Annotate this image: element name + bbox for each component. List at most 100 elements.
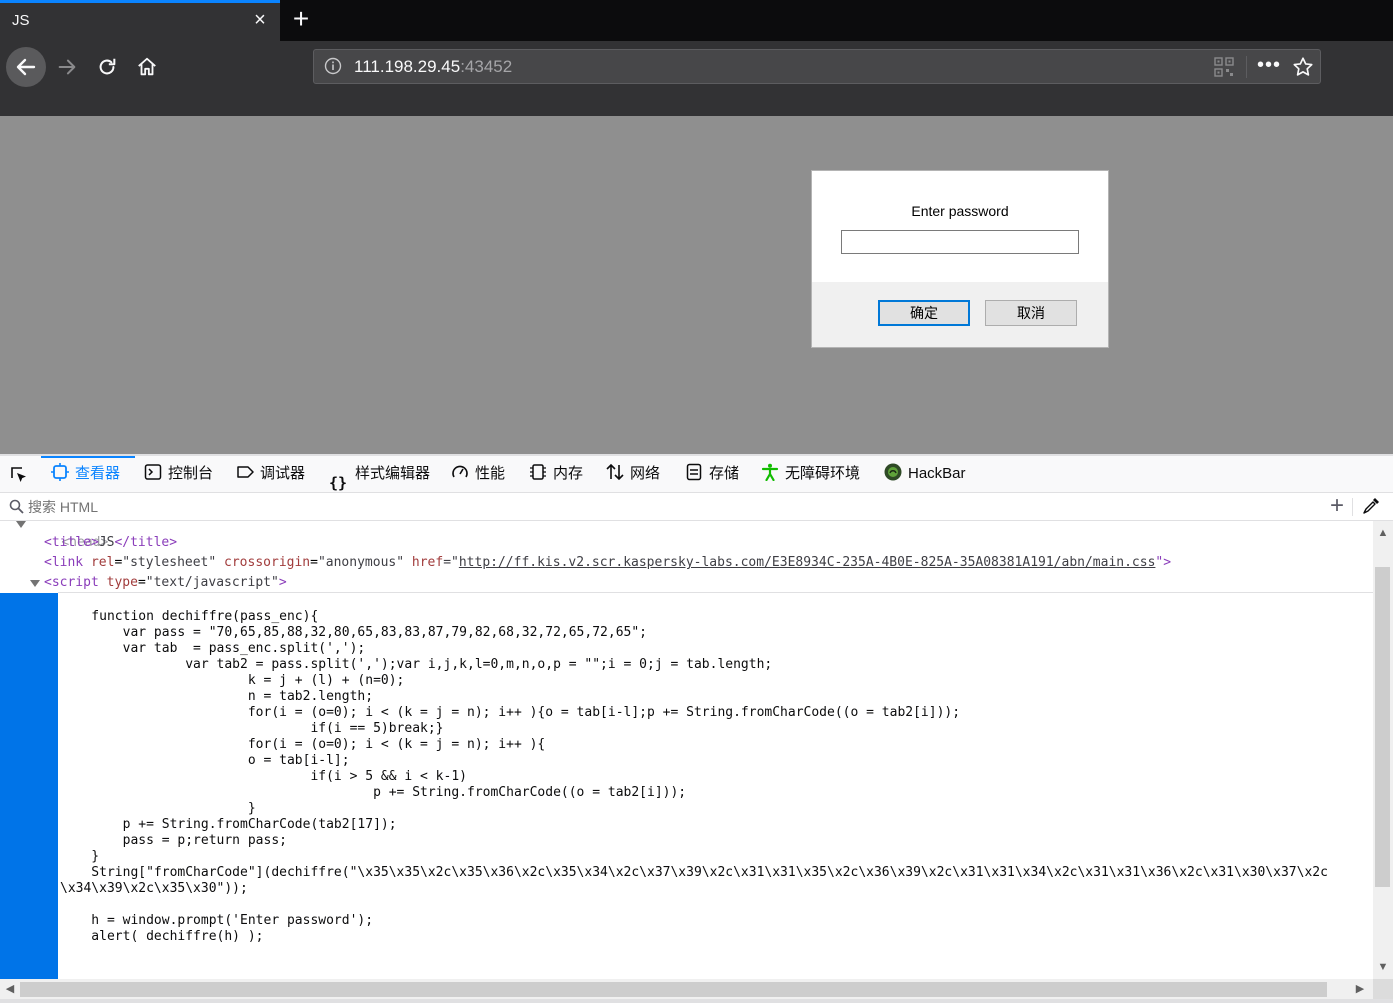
scroll-down-icon[interactable]: ▼: [1377, 961, 1389, 973]
debugger-icon: [237, 466, 254, 478]
page-actions-icon[interactable]: •••: [1256, 55, 1282, 78]
performance-icon: [452, 465, 468, 478]
script-node[interactable]: <script type="text/javascript">: [44, 573, 287, 593]
type-attr-name: type: [106, 575, 138, 590]
link-open-tag: <link: [44, 555, 84, 570]
memory-icon: [530, 464, 546, 480]
head-twisty-icon[interactable]: [16, 521, 26, 528]
rel-attr-value: "stylesheet": [122, 555, 217, 570]
dialog-message: Enter password: [911, 203, 1009, 219]
title-open-tag: <title>: [44, 535, 99, 550]
url-host: 111.198.29.45: [354, 57, 461, 76]
tab-label: 内存: [553, 465, 584, 482]
hackbar-icon: [884, 463, 902, 481]
type-attr-value: "text/javascript": [145, 575, 279, 590]
url-text[interactable]: 111.198.29.45:43452: [354, 57, 512, 77]
vertical-scroll-thumb[interactable]: [1375, 567, 1390, 887]
devtools-toolbar: 查看器 控制台 调试器 {} 样式编辑器 性能 内存 网络 存储 无障碍环境 Ha…: [0, 456, 1393, 493]
tab-label: 控制台: [168, 465, 214, 482]
cancel-button[interactable]: 取消: [985, 300, 1077, 326]
href-attr-name: href: [411, 555, 444, 570]
horizontal-scroll-thumb[interactable]: [20, 982, 1327, 997]
password-input[interactable]: [841, 230, 1079, 254]
qr-code-icon[interactable]: [1214, 57, 1234, 77]
script-twisty-icon[interactable]: [30, 580, 40, 587]
home-icon: [138, 57, 156, 76]
title-close-tag: </title>: [114, 535, 178, 550]
arrow-left-icon: [16, 58, 36, 76]
link-node[interactable]: <link rel="stylesheet" crossorigin="anon…: [44, 553, 1171, 573]
tab-storage[interactable]: 存储: [685, 456, 739, 492]
add-node-icon[interactable]: +: [1326, 494, 1348, 518]
selected-node-indicator: [0, 593, 58, 979]
tab-label: 样式编辑器: [355, 465, 431, 482]
info-icon[interactable]: [324, 57, 342, 75]
new-tab-icon[interactable]: +: [288, 5, 314, 33]
searchbar-separator: [1352, 498, 1353, 516]
address-bar[interactable]: 111.198.29.45:43452 •••: [313, 49, 1321, 84]
scroll-right-icon[interactable]: ▶: [1354, 983, 1366, 995]
title-node[interactable]: <title>JS</title>: [44, 533, 177, 553]
search-html-input[interactable]: 搜索 HTML: [28, 497, 98, 517]
crossorigin-attr-value: "anonymous": [317, 555, 405, 570]
tab-style-editor[interactable]: {} 样式编辑器: [329, 456, 430, 492]
script-gt: >: [278, 575, 287, 590]
scrollbar-corner: [1373, 979, 1393, 999]
title-text: JS: [98, 535, 115, 550]
scroll-up-icon[interactable]: ▲: [1377, 527, 1389, 539]
tab-debugger[interactable]: 调试器: [236, 456, 305, 492]
crossorigin-attr-name: crossorigin: [224, 555, 311, 570]
rel-attr-name: rel: [90, 555, 115, 570]
head-node[interactable]: <head>: [30, 521, 108, 550]
markup-view: <head> <title>JS</title> <link rel="styl…: [0, 521, 1373, 979]
ok-button[interactable]: 确定: [878, 300, 970, 326]
window-bottom-edge: [0, 999, 1393, 1003]
accessibility-icon: [761, 463, 779, 482]
style-editor-icon: {}: [329, 474, 348, 493]
network-icon: [606, 463, 624, 481]
page-content-overlay: Enter password 确定 取消: [0, 116, 1393, 454]
dialog-body: Enter password: [812, 171, 1108, 282]
back-button[interactable]: [6, 47, 46, 87]
tab-network[interactable]: 网络: [606, 456, 660, 492]
home-button[interactable]: [128, 48, 166, 86]
forward-button[interactable]: [48, 48, 86, 86]
tab-label: 调试器: [260, 465, 306, 482]
script-open-tag: <script: [44, 575, 99, 590]
tab-label: 存储: [709, 465, 740, 482]
vertical-scrollbar[interactable]: ▲ ▼: [1373, 521, 1393, 979]
tab-strip: JS × +: [0, 0, 1393, 41]
tab-label: 性能: [475, 465, 506, 482]
tab-performance[interactable]: 性能: [451, 456, 505, 492]
eyedropper-icon[interactable]: [1362, 497, 1380, 515]
href-quote-open: =": [443, 555, 459, 570]
prompt-dialog: Enter password 确定 取消: [811, 170, 1109, 348]
tab-label: 查看器: [75, 465, 121, 482]
search-icon: [9, 499, 24, 514]
tab-inspector[interactable]: 查看器: [41, 456, 135, 492]
inspector-icon: [51, 463, 69, 482]
scroll-left-icon[interactable]: ◀: [4, 983, 16, 995]
script-source-text[interactable]: function dechiffre(pass_enc){ var pass =…: [60, 593, 1328, 945]
reload-icon: [99, 58, 116, 75]
link-close: ">: [1155, 555, 1172, 570]
navigation-toolbar: 111.198.29.45:43452 •••: [0, 41, 1393, 116]
tab-console[interactable]: 控制台: [144, 456, 213, 492]
element-picker-icon[interactable]: [9, 465, 29, 485]
reload-button[interactable]: [88, 48, 126, 86]
tab-accessibility[interactable]: 无障碍环境: [761, 456, 860, 492]
horizontal-scrollbar[interactable]: ◀ ▶: [0, 979, 1373, 999]
close-icon[interactable]: ×: [248, 8, 272, 32]
bookmark-star-icon[interactable]: [1292, 56, 1314, 78]
console-icon: [144, 464, 162, 480]
storage-icon: [686, 463, 702, 481]
url-port: :43452: [460, 57, 513, 76]
tab-memory[interactable]: 内存: [529, 456, 583, 492]
tab-label: 网络: [630, 465, 661, 482]
tab-label: HackBar: [908, 465, 966, 482]
browser-tab[interactable]: JS ×: [0, 0, 280, 41]
url-separator: [1246, 56, 1247, 78]
href-attr-link[interactable]: http://ff.kis.v2.scr.kaspersky-labs.com/…: [459, 555, 1156, 570]
arrow-right-icon: [58, 59, 76, 75]
tab-hackbar[interactable]: HackBar: [884, 456, 966, 492]
